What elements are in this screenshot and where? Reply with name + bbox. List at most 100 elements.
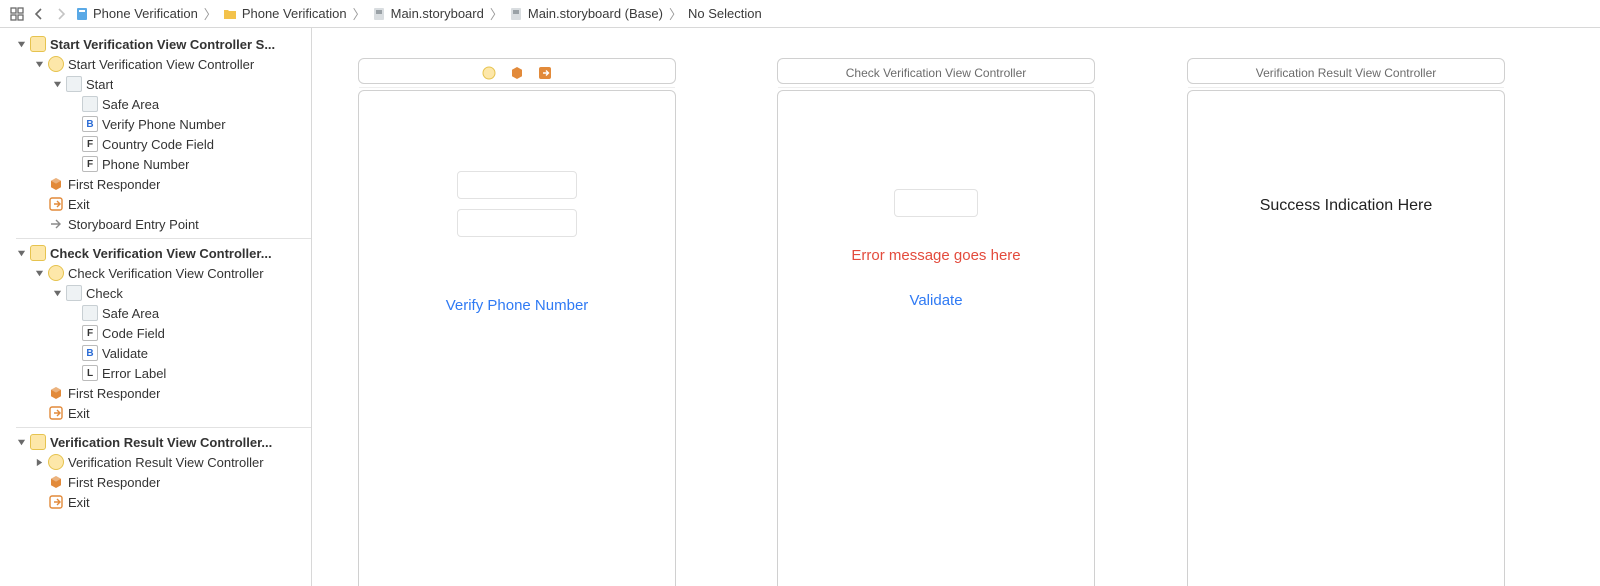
label-icon: L: [82, 365, 98, 381]
exit-icon: [48, 196, 64, 212]
safe-area-icon: [82, 96, 98, 112]
cube-icon: [48, 474, 64, 490]
scene-check[interactable]: Error message goes here Validate: [777, 90, 1095, 586]
exit-icon: [48, 494, 64, 510]
viewcontroller-icon: [48, 454, 64, 470]
viewcontroller-row[interactable]: Start Verification View Controller: [0, 54, 311, 74]
scene-start[interactable]: Verify Phone Number: [358, 90, 676, 586]
scene-row[interactable]: Start Verification View Controller S...: [0, 34, 311, 54]
scene-row[interactable]: Verification Result View Controller...: [0, 432, 311, 452]
storyboard-canvas[interactable]: Verify Phone Number Check Verification V…: [312, 28, 1600, 586]
phone-number-field[interactable]: [457, 209, 577, 237]
exit-row[interactable]: Exit: [0, 403, 311, 423]
crumb-project[interactable]: Phone Verification: [74, 6, 198, 21]
textfield-icon: F: [82, 136, 98, 152]
button-icon: B: [82, 345, 98, 361]
related-items-icon[interactable]: [8, 5, 26, 23]
item-label: Safe Area: [102, 97, 159, 112]
textfield-row[interactable]: F Code Field: [0, 323, 311, 343]
textfield-row[interactable]: F Country Code Field: [0, 134, 311, 154]
disclosure-open-icon[interactable]: [16, 39, 26, 49]
scene-result[interactable]: Success Indication Here: [1187, 90, 1505, 586]
disclosure-open-icon[interactable]: [52, 288, 62, 298]
textfield-row[interactable]: F Phone Number: [0, 154, 311, 174]
exit-row[interactable]: Exit: [0, 194, 311, 214]
scene-icon: [30, 434, 46, 450]
crumb-storyboard[interactable]: Main.storyboard: [372, 6, 484, 21]
disclosure-open-icon[interactable]: [16, 437, 26, 447]
disclosure-open-icon[interactable]: [34, 268, 44, 278]
country-code-field[interactable]: [457, 171, 577, 199]
label-row[interactable]: L Error Label: [0, 363, 311, 383]
item-label: Validate: [102, 346, 148, 361]
view-row[interactable]: Check: [0, 283, 311, 303]
exit-header-icon: [538, 66, 552, 80]
crumb-storyboard-base[interactable]: Main.storyboard (Base): [509, 6, 663, 21]
button-row[interactable]: B Validate: [0, 343, 311, 363]
button-row[interactable]: B Verify Phone Number: [0, 114, 311, 134]
scene-header-selected[interactable]: [358, 58, 676, 84]
item-label: Phone Number: [102, 157, 189, 172]
first-responder-row[interactable]: First Responder: [0, 472, 311, 492]
first-responder-header-icon: [510, 66, 524, 80]
item-label: Exit: [68, 495, 90, 510]
exit-row[interactable]: Exit: [0, 492, 311, 512]
view-label: Check: [86, 286, 123, 301]
scene-icon: [30, 245, 46, 261]
crumb-no-selection[interactable]: No Selection: [688, 6, 762, 21]
scene-row[interactable]: Check Verification View Controller...: [0, 243, 311, 263]
arrow-right-icon: [48, 216, 64, 232]
viewcontroller-row[interactable]: Check Verification View Controller: [0, 263, 311, 283]
textfield-icon: F: [82, 325, 98, 341]
item-label: First Responder: [68, 386, 160, 401]
validate-button[interactable]: Validate: [909, 292, 962, 309]
cube-icon: [48, 176, 64, 192]
item-label: First Responder: [68, 177, 160, 192]
vc-label: Start Verification View Controller: [68, 57, 254, 72]
first-responder-row[interactable]: First Responder: [0, 174, 311, 194]
nav-back-icon[interactable]: [30, 5, 48, 23]
viewcontroller-icon: [48, 265, 64, 281]
exit-icon: [48, 405, 64, 421]
vc-label: Check Verification View Controller: [68, 266, 264, 281]
scene-label: Verification Result View Controller...: [50, 435, 272, 450]
cube-icon: [48, 385, 64, 401]
verify-phone-button[interactable]: Verify Phone Number: [446, 297, 589, 314]
crumb-label: Main.storyboard (Base): [528, 6, 663, 21]
scene-header[interactable]: Verification Result View Controller: [1187, 58, 1505, 84]
item-label: Error Label: [102, 366, 166, 381]
item-label: Country Code Field: [102, 137, 214, 152]
safe-area-row[interactable]: Safe Area: [0, 94, 311, 114]
view-icon: [66, 76, 82, 92]
view-row[interactable]: Start: [0, 74, 311, 94]
storyboard-file-icon: [509, 6, 524, 21]
project-file-icon: [74, 6, 89, 21]
first-responder-row[interactable]: First Responder: [0, 383, 311, 403]
nav-forward-icon[interactable]: [52, 5, 70, 23]
safe-area-row[interactable]: Safe Area: [0, 303, 311, 323]
disclosure-open-icon[interactable]: [16, 248, 26, 258]
success-label: Success Indication Here: [1260, 197, 1433, 215]
crumb-label: No Selection: [688, 6, 762, 21]
document-outline[interactable]: Start Verification View Controller S... …: [0, 28, 312, 586]
code-field[interactable]: [894, 189, 978, 217]
entry-point-row[interactable]: Storyboard Entry Point: [0, 214, 311, 234]
chevron-right-icon: 〉: [202, 4, 219, 23]
chevron-right-icon: 〉: [351, 4, 368, 23]
item-label: Exit: [68, 406, 90, 421]
button-icon: B: [82, 116, 98, 132]
item-label: Code Field: [102, 326, 165, 341]
disclosure-closed-icon[interactable]: [34, 457, 44, 467]
vc-label: Verification Result View Controller: [68, 455, 264, 470]
scene-header[interactable]: Check Verification View Controller: [777, 58, 1095, 84]
viewcontroller-row[interactable]: Verification Result View Controller: [0, 452, 311, 472]
breadcrumb-bar: Phone Verification 〉 Phone Verification …: [0, 0, 1600, 28]
crumb-label: Phone Verification: [93, 6, 198, 21]
view-icon: [66, 285, 82, 301]
disclosure-open-icon[interactable]: [34, 59, 44, 69]
crumb-label: Main.storyboard: [391, 6, 484, 21]
crumb-folder[interactable]: Phone Verification: [223, 6, 347, 21]
disclosure-open-icon[interactable]: [52, 79, 62, 89]
crumb-label: Phone Verification: [242, 6, 347, 21]
scene-title: Verification Result View Controller: [1188, 59, 1504, 88]
